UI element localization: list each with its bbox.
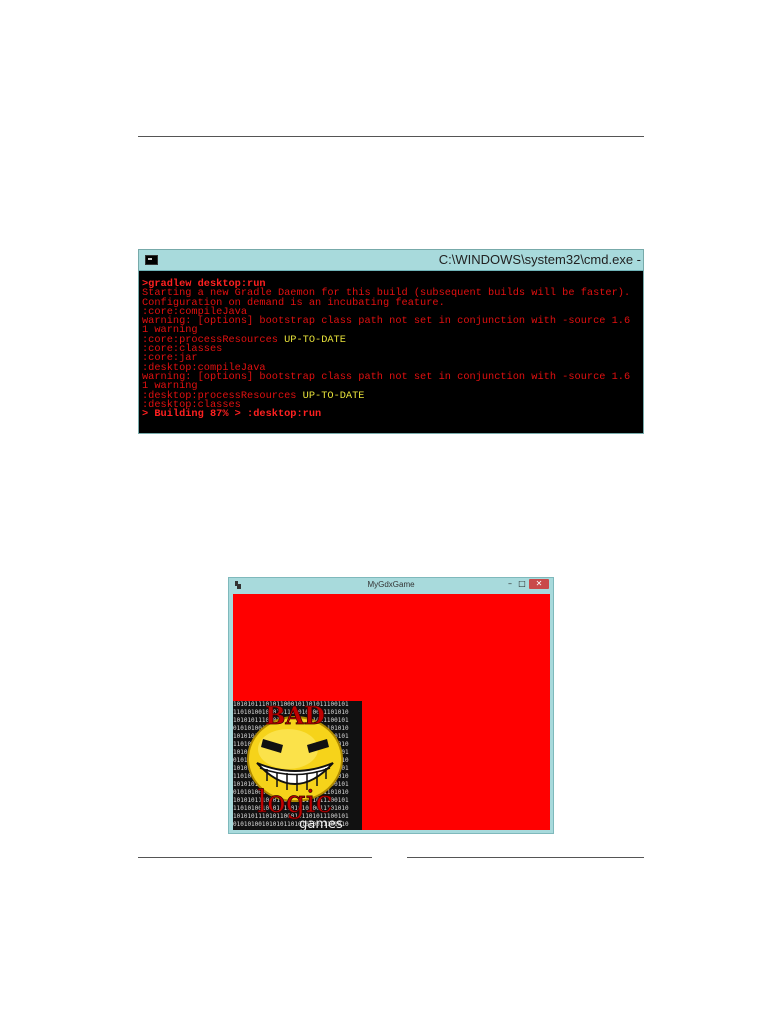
- smiley-face-icon: BAD logic games: [247, 701, 343, 830]
- console-icon: [145, 255, 158, 265]
- maximize-button[interactable]: □: [517, 579, 527, 589]
- top-rule: [138, 136, 644, 137]
- game-titlebar[interactable]: MyGdxGame – □ ✕: [229, 578, 553, 593]
- cmd-titlebar[interactable]: C:\WINDOWS\system32\cmd.exe -: [139, 250, 643, 271]
- badlogic-logo: 10101011101011000101101011100101 11010100…: [233, 701, 362, 830]
- console-line-text: warning: [options] bootstrap class path …: [142, 370, 631, 383]
- logo-word-logic: logic: [257, 784, 333, 820]
- cmd-window[interactable]: C:\WINDOWS\system32\cmd.exe - >gradlew d…: [138, 249, 644, 434]
- console-line-text: > Building 87% > :desktop:run: [142, 408, 322, 421]
- console-line: warning: [options] bootstrap class path …: [142, 370, 643, 383]
- console-output[interactable]: >gradlew desktop:run Starting a new Gradl…: [142, 279, 643, 433]
- close-button[interactable]: ✕: [529, 579, 549, 589]
- console-line: :core:classes: [142, 344, 643, 354]
- logo-word-games: games: [299, 817, 343, 830]
- cmd-window-title: C:\WINDOWS\system32\cmd.exe -: [438, 252, 641, 267]
- bottom-rule-right: [407, 857, 644, 858]
- console-line-text: warning: [options] bootstrap class path …: [142, 315, 631, 328]
- console-line: warning: [options] bootstrap class path …: [142, 315, 643, 328]
- game-window[interactable]: MyGdxGame – □ ✕ 101010111010110001011010…: [228, 577, 554, 834]
- console-status-up-to-date: UP-TO-DATE: [302, 389, 365, 402]
- game-canvas[interactable]: 10101011101011000101101011100101 11010100…: [233, 594, 550, 830]
- minimize-button[interactable]: –: [505, 579, 515, 589]
- console-line: > Building 87% > :desktop:run: [142, 408, 643, 421]
- console-status-up-to-date: UP-TO-DATE: [284, 333, 346, 346]
- logo-word-bad: BAD: [265, 701, 325, 730]
- bottom-rule-left: [138, 857, 372, 858]
